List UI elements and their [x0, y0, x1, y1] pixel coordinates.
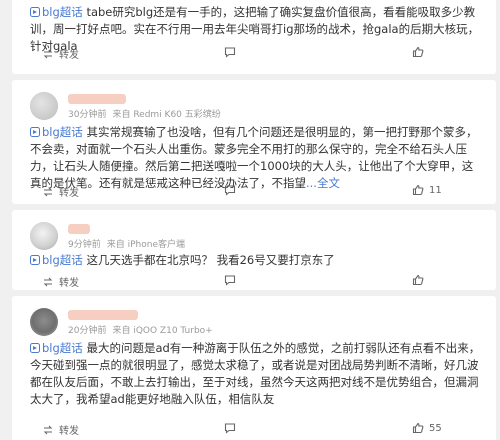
- post-actions: 转发: [30, 274, 482, 294]
- comment-button[interactable]: [224, 422, 236, 434]
- post-source: 来自 iQOO Z10 Turbo+: [112, 326, 213, 336]
- username-blurred[interactable]: [68, 94, 126, 104]
- like-button[interactable]: [412, 46, 424, 58]
- post-actions: 转发 55: [30, 422, 482, 440]
- like-icon: [412, 46, 424, 58]
- like-icon: [412, 274, 424, 286]
- post-card: blg超话 tabe研究blg还是有一手的，这把输了确实复盘价值很高，看看能吸取…: [12, 0, 496, 74]
- super-topic-link[interactable]: blg超话: [30, 341, 83, 355]
- weibo-feed: blg超话 tabe研究blg还是有一手的，这把输了确实复盘价值很高，看看能吸取…: [0, 0, 500, 440]
- post-text: blg超话 其实常规赛输了也没啥，但有几个问题还是很明显的，第一把打野那个蒙多，…: [30, 125, 478, 190]
- post-time[interactable]: 9分钟前: [68, 240, 101, 250]
- super-topic-icon: [30, 127, 40, 137]
- avatar[interactable]: [30, 308, 58, 336]
- like-icon: [412, 184, 424, 196]
- repost-button[interactable]: 转发: [42, 274, 79, 289]
- post-source: 来自 iPhone客户端: [106, 240, 185, 250]
- post-card: 30分钟前 来自 Redmi K60 五彩缤纷 blg超话 其实常规赛输了也没啥，…: [12, 80, 496, 204]
- super-topic-icon: [30, 343, 40, 353]
- post-source: 来自 Redmi K60 五彩缤纷: [112, 110, 221, 120]
- post-time[interactable]: 20分钟前: [68, 326, 106, 336]
- post-actions: 转发: [30, 46, 482, 66]
- comment-button[interactable]: [224, 184, 236, 196]
- post-actions: 转发 11: [30, 184, 482, 204]
- post-meta: 9分钟前 来自 iPhone客户端: [68, 237, 191, 250]
- like-icon: [412, 422, 424, 434]
- super-topic-icon: [30, 7, 40, 17]
- like-count: 55: [429, 422, 442, 434]
- like-button[interactable]: 11: [412, 184, 442, 196]
- super-topic-link[interactable]: blg超话: [30, 125, 83, 139]
- comment-button[interactable]: [224, 46, 236, 58]
- like-button[interactable]: 55: [412, 422, 442, 434]
- post-text: blg超话 这几天选手都在北京吗？ 我看26号又要打京东了: [30, 252, 482, 269]
- post-meta: 30分钟前 来自 Redmi K60 五彩缤纷: [68, 107, 227, 120]
- post-meta: 20分钟前 来自 iQOO Z10 Turbo+: [68, 323, 219, 336]
- repost-icon: [43, 425, 53, 434]
- avatar[interactable]: [30, 222, 58, 250]
- repost-icon: [43, 49, 53, 58]
- repost-button[interactable]: 转发: [42, 46, 79, 61]
- like-count: 11: [429, 184, 442, 196]
- comment-icon: [224, 185, 236, 196]
- comment-icon: [224, 275, 236, 286]
- avatar[interactable]: [30, 92, 58, 120]
- comment-icon: [224, 47, 236, 58]
- comment-icon: [224, 423, 236, 434]
- super-topic-link[interactable]: blg超话: [30, 253, 83, 267]
- repost-icon: [43, 277, 53, 286]
- post-time[interactable]: 30分钟前: [68, 110, 106, 120]
- repost-button[interactable]: 转发: [42, 422, 79, 437]
- super-topic-link[interactable]: blg超话: [30, 5, 83, 19]
- post-card: 20分钟前 来自 iQOO Z10 Turbo+ blg超话 最大的问题是ad有一…: [12, 296, 496, 440]
- comment-button[interactable]: [224, 274, 236, 286]
- repost-icon: [43, 187, 53, 196]
- post-card: 9分钟前 来自 iPhone客户端 blg超话 这几天选手都在北京吗？ 我看26号…: [12, 210, 496, 290]
- post-text: blg超话 最大的问题是ad有一种游离于队伍之外的感觉，之前打弱队还有点看不出来…: [30, 341, 481, 406]
- username-blurred[interactable]: [68, 224, 90, 234]
- like-button[interactable]: [412, 274, 424, 286]
- super-topic-icon: [30, 255, 40, 265]
- username-blurred[interactable]: [68, 310, 138, 320]
- repost-button[interactable]: 转发: [42, 184, 79, 199]
